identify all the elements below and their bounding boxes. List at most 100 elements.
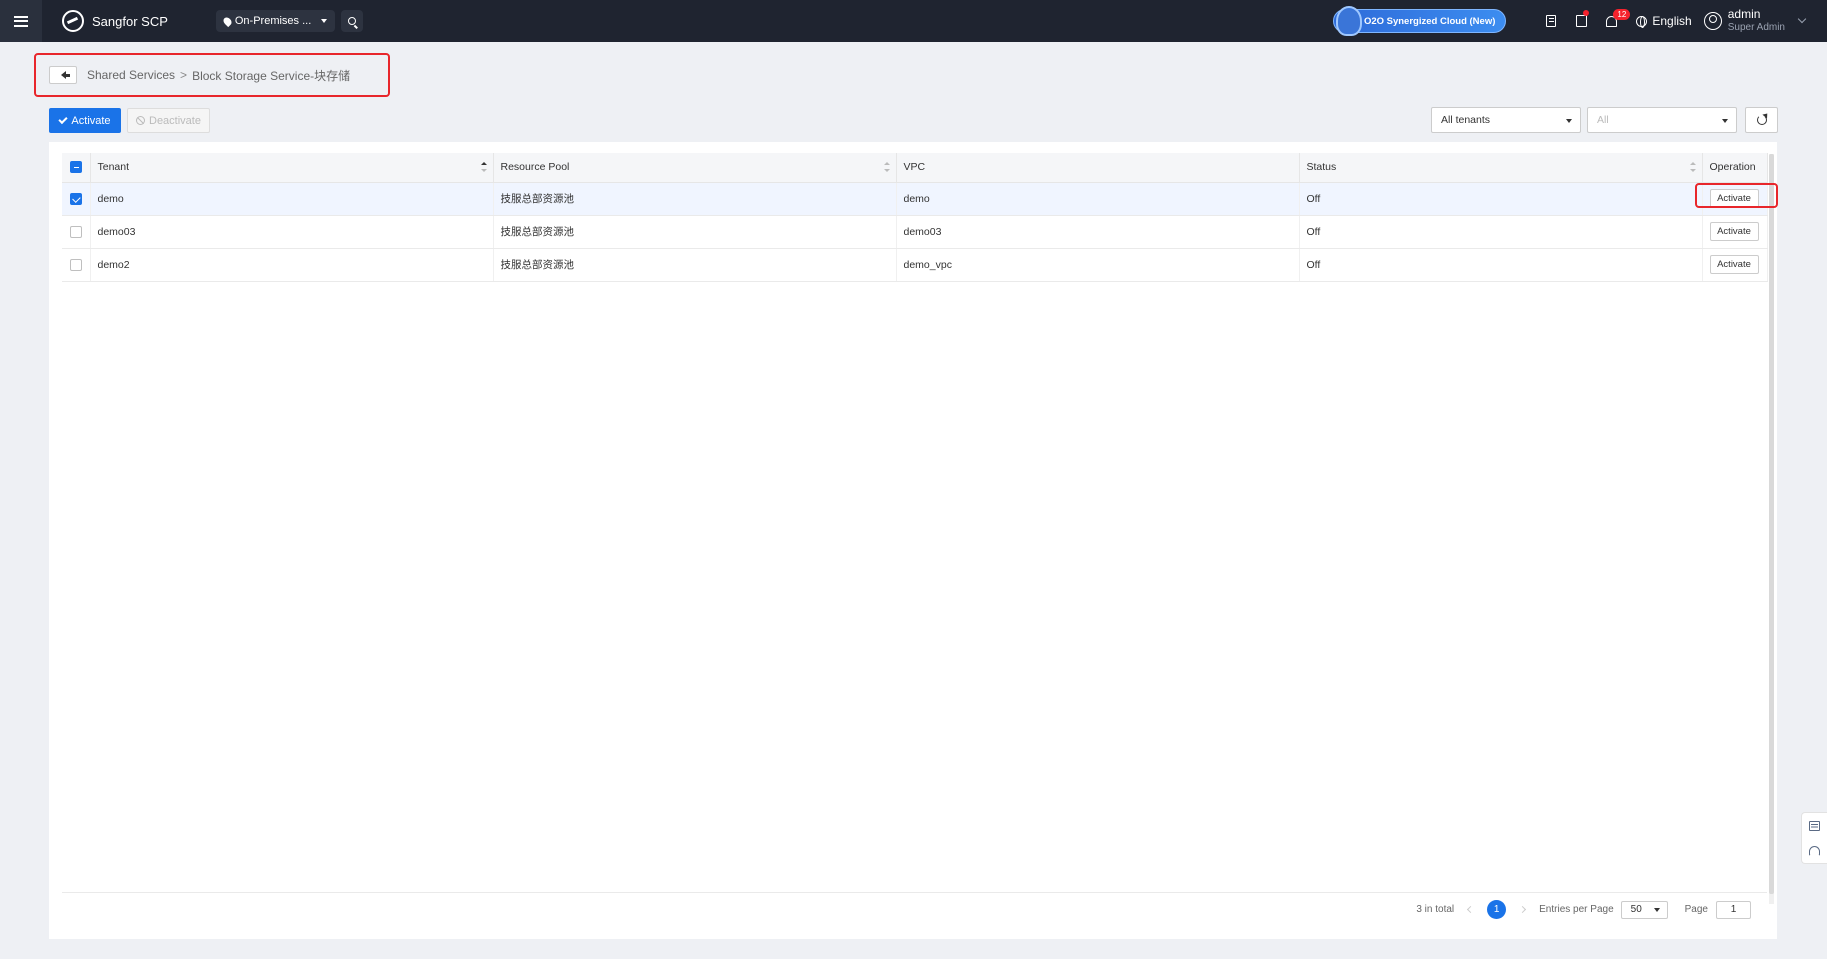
select-all-checkbox[interactable]: [70, 161, 82, 174]
environment-selector[interactable]: On-Premises ...: [215, 10, 336, 32]
activate-label: Activate: [71, 114, 111, 127]
cell-tenant: demo03: [90, 215, 494, 249]
location-pin-icon: [221, 15, 234, 27]
row-checkbox-cell: [62, 215, 91, 249]
tenant-filter-select[interactable]: All tenants: [1431, 107, 1581, 133]
breadcrumb-parent-link[interactable]: Shared Services: [87, 68, 175, 82]
cell-operation: Activate: [1702, 215, 1768, 249]
pagination-divider: [62, 892, 1767, 893]
brand-name: Sangfor SCP: [92, 13, 168, 29]
sort-icon: [883, 162, 890, 172]
row-checkbox[interactable]: [70, 258, 82, 271]
list-icon[interactable]: [1809, 820, 1820, 831]
caret-down-icon: [1653, 907, 1660, 912]
o2o-cloud-banner[interactable]: O2O Synergized Cloud (New): [1332, 6, 1507, 36]
content-panel: Tenant Resource Pool VPC Status Operatio…: [49, 142, 1777, 939]
sort-icon: [480, 162, 487, 172]
notification-badge: 12: [1613, 9, 1631, 20]
caret-down-icon: [1566, 119, 1572, 123]
column-label: Operation: [1709, 161, 1756, 174]
row-checkbox[interactable]: [70, 225, 82, 238]
user-name: admin: [1727, 7, 1761, 21]
column-header-status[interactable]: Status: [1299, 153, 1703, 183]
task-icon: [1575, 15, 1587, 27]
pagination: 3 in total 1 Entries per Page 50 Page 1: [1416, 900, 1751, 919]
deactivate-button[interactable]: Deactivate: [127, 108, 210, 133]
tasks-button[interactable]: [1566, 0, 1596, 42]
row-checkbox-cell: [62, 248, 91, 282]
entries-per-page-label: Entries per Page: [1539, 904, 1614, 915]
cell-status: Off: [1299, 248, 1703, 282]
column-header-resource-pool[interactable]: Resource Pool: [493, 153, 897, 183]
language-switcher[interactable]: English: [1636, 14, 1692, 28]
table-row[interactable]: demo03 技服总部资源池 demo03 Off Activate: [62, 215, 1768, 249]
entries-per-page-select[interactable]: 50: [1620, 900, 1668, 919]
tenant-table: Tenant Resource Pool VPC Status Operatio…: [62, 153, 1768, 282]
entries-value: 50: [1630, 904, 1642, 915]
row-checkbox[interactable]: [70, 192, 82, 205]
ban-icon: [136, 116, 145, 125]
breadcrumb-separator: >: [180, 68, 188, 82]
top-nav-bar: Sangfor SCP On-Premises ... O2O Synergiz…: [0, 0, 1827, 42]
column-label: Status: [1306, 161, 1337, 174]
user-role: Super Admin: [1727, 22, 1785, 33]
task-alert-dot: [1583, 10, 1590, 16]
next-page-icon[interactable]: [1519, 905, 1527, 914]
arrow-left-icon: [60, 71, 70, 79]
tenant-filter-value: All tenants: [1441, 114, 1491, 126]
language-label: English: [1652, 14, 1692, 28]
avatar-icon: [1703, 12, 1722, 30]
menu-icon: [14, 15, 28, 27]
back-button[interactable]: [49, 66, 77, 84]
globe-icon: [1636, 15, 1648, 28]
table-row[interactable]: demo2 技服总部资源池 demo_vpc Off Activate: [62, 248, 1768, 282]
docs-button[interactable]: [1536, 0, 1566, 42]
select-all-cell: [62, 153, 91, 183]
prev-page-icon[interactable]: [1467, 905, 1475, 914]
caret-down-icon: [1722, 119, 1728, 123]
hamburger-menu-button[interactable]: [0, 0, 42, 42]
column-header-vpc: VPC: [896, 153, 1300, 183]
row-activate-button[interactable]: Activate: [1709, 222, 1759, 241]
support-headset-icon[interactable]: [1809, 845, 1820, 856]
notifications-button[interactable]: 12: [1596, 0, 1631, 42]
sangfor-logo-icon: [62, 10, 84, 32]
environment-label: On-Premises ...: [234, 15, 312, 27]
table-header-row: Tenant Resource Pool VPC Status Operatio…: [62, 153, 1768, 183]
current-page-button[interactable]: 1: [1487, 900, 1507, 919]
secondary-filter-value: All: [1597, 114, 1609, 126]
o2o-cloud-icon: [1335, 6, 1362, 36]
column-header-operation: Operation: [1702, 153, 1768, 183]
row-activate-button[interactable]: Activate: [1709, 255, 1759, 274]
o2o-label: O2O Synergized Cloud (New): [1363, 15, 1496, 27]
check-icon: [58, 114, 69, 124]
caret-down-icon: [321, 19, 328, 23]
scrollbar-thumb[interactable]: [1769, 154, 1774, 894]
column-label: Resource Pool: [500, 161, 570, 174]
cell-tenant: demo: [90, 182, 494, 216]
side-help-widget: [1801, 812, 1827, 864]
breadcrumb-current: Block Storage Service-块存储: [192, 68, 351, 83]
refresh-button[interactable]: [1745, 107, 1778, 133]
cell-resource-pool: 技服总部资源池: [493, 248, 897, 282]
deactivate-label: Deactivate: [149, 114, 201, 127]
page-number-input[interactable]: 1: [1716, 900, 1751, 919]
refresh-icon: [1756, 115, 1767, 125]
row-checkbox-cell: [62, 182, 91, 216]
chevron-down-icon: [1797, 14, 1807, 24]
user-menu[interactable]: admin Super Admin: [1703, 7, 1807, 34]
cell-resource-pool: 技服总部资源池: [493, 215, 897, 249]
secondary-filter-select[interactable]: All: [1587, 107, 1737, 133]
cell-tenant: demo2: [90, 248, 494, 282]
global-search-button[interactable]: [341, 10, 364, 32]
column-label: VPC: [903, 161, 926, 174]
breadcrumb: Shared Services > Block Storage Service-…: [34, 53, 390, 97]
activate-button[interactable]: Activate: [49, 108, 121, 133]
cell-operation: Activate: [1702, 248, 1768, 282]
cell-vpc: demo_vpc: [896, 248, 1300, 282]
table-row[interactable]: demo 技服总部资源池 demo Off Activate: [62, 182, 1768, 216]
brand-logo[interactable]: Sangfor SCP: [62, 10, 168, 32]
column-header-tenant[interactable]: Tenant: [90, 153, 494, 183]
search-icon: [348, 17, 357, 25]
cell-vpc: demo03: [896, 215, 1300, 249]
